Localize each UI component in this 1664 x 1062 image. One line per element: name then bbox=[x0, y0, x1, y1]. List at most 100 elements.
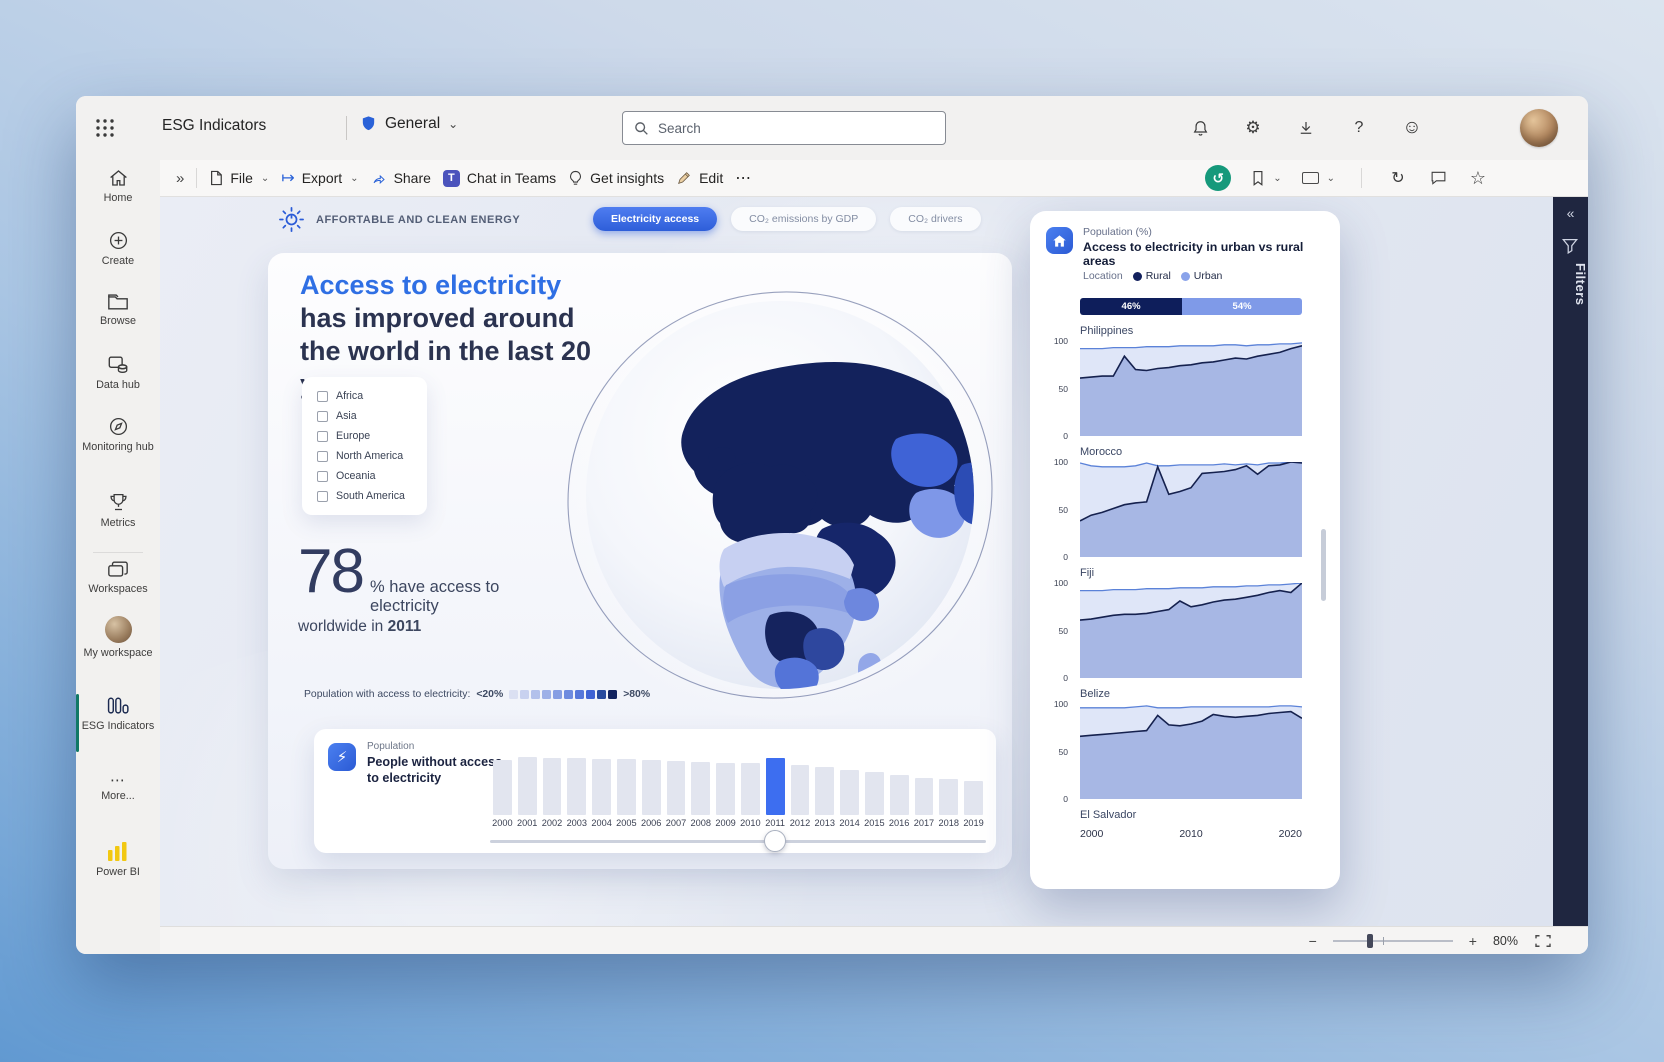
chat-in-teams-button[interactable]: T Chat in Teams bbox=[437, 160, 562, 196]
expand-filters-chevrons-icon[interactable]: « bbox=[1553, 205, 1588, 221]
sidebar-item-create[interactable]: Create bbox=[76, 230, 160, 268]
world-globe-map[interactable] bbox=[564, 279, 996, 711]
legend-urban[interactable]: Urban bbox=[1181, 270, 1223, 282]
timeline-bar-2000[interactable] bbox=[493, 760, 512, 815]
checkbox-icon bbox=[317, 471, 328, 482]
timeline-bar-2016[interactable] bbox=[890, 775, 909, 815]
search-input[interactable] bbox=[658, 121, 934, 136]
checkbox-icon bbox=[317, 491, 328, 502]
comments-icon[interactable] bbox=[1428, 168, 1448, 188]
continent-checkbox-north-america[interactable]: North America bbox=[317, 450, 427, 462]
continent-checkbox-africa[interactable]: Africa bbox=[317, 390, 427, 402]
export-menu[interactable]: ↦ Export ⌄ bbox=[275, 160, 364, 196]
timeline-bar-2014[interactable] bbox=[840, 770, 859, 816]
zoom-controls: − + 80% bbox=[1309, 927, 1552, 954]
timeline-bar-2017[interactable] bbox=[915, 778, 934, 815]
feedback-smiley-icon[interactable]: ☺ bbox=[1402, 118, 1422, 138]
country-name: Morocco bbox=[1080, 446, 1326, 462]
slider-track[interactable] bbox=[490, 840, 986, 843]
checkbox-icon bbox=[317, 391, 328, 402]
zoom-out-button[interactable]: − bbox=[1309, 934, 1317, 948]
download-icon[interactable] bbox=[1296, 118, 1316, 138]
timeline-bar-2010[interactable] bbox=[741, 763, 760, 815]
sidebar-item-browse[interactable]: Browse bbox=[76, 292, 160, 328]
continent-checkbox-asia[interactable]: Asia bbox=[317, 410, 427, 422]
file-menu[interactable]: File ⌄ bbox=[203, 160, 275, 196]
zoom-slider-handle[interactable] bbox=[1367, 934, 1373, 948]
timeline-bar-2006[interactable] bbox=[642, 760, 661, 815]
view-menu-button[interactable]: ⌄ bbox=[1302, 172, 1335, 184]
country-area-chart[interactable] bbox=[1080, 462, 1302, 557]
sidebar-item-my-workspace[interactable]: My workspace bbox=[76, 616, 160, 660]
timeline-bar-2005[interactable] bbox=[617, 759, 636, 815]
sidebar-item-data-hub[interactable]: Data hub bbox=[76, 354, 160, 392]
zoom-in-button[interactable]: + bbox=[1469, 934, 1477, 948]
timeline-bar-2009[interactable] bbox=[716, 763, 735, 816]
share-button[interactable]: Share bbox=[365, 160, 437, 196]
stat-suffix: % have access to electricity bbox=[370, 578, 558, 616]
search-box[interactable] bbox=[622, 111, 946, 145]
edit-button[interactable]: Edit bbox=[670, 160, 729, 196]
panel-scrollbar[interactable] bbox=[1321, 529, 1326, 601]
tab-co2-drivers[interactable]: CO₂ drivers bbox=[890, 207, 980, 231]
tab-co2-emissions-by-gdp[interactable]: CO₂ emissions by GDP bbox=[731, 207, 876, 231]
timeline-bar-2013[interactable] bbox=[815, 767, 834, 815]
sidebar-item-esg-indicators[interactable]: ESG Indicators bbox=[76, 696, 160, 733]
timeline-bar-2002[interactable] bbox=[543, 758, 562, 815]
timeline-bar-2007[interactable] bbox=[667, 761, 686, 815]
timeline-bars bbox=[490, 745, 986, 815]
country-name: Philippines bbox=[1080, 325, 1326, 341]
slider-handle[interactable] bbox=[764, 830, 786, 852]
country-area-chart[interactable] bbox=[1080, 583, 1302, 678]
panel-subtitle: Population (%) bbox=[1083, 226, 1152, 238]
toolbar-right-actions: ↺ ⌄ ⌄ ↻ ☆ bbox=[1205, 165, 1588, 191]
timeline-bar-2012[interactable] bbox=[791, 765, 810, 815]
sidebar-item-home[interactable]: Home bbox=[76, 168, 160, 205]
continent-checkbox-oceania[interactable]: Oceania bbox=[317, 470, 427, 482]
timeline-bar-2001[interactable] bbox=[518, 757, 537, 815]
timeline-bar-2003[interactable] bbox=[567, 758, 586, 815]
bookmarks-button[interactable]: ⌄ bbox=[1251, 170, 1281, 187]
expand-nav-chevrons[interactable]: » bbox=[170, 160, 190, 196]
timeline-bar-2011[interactable] bbox=[766, 758, 785, 815]
sidebar-item-metrics[interactable]: Metrics bbox=[76, 492, 160, 530]
legend-swatch bbox=[564, 690, 573, 699]
fit-to-page-icon[interactable] bbox=[1534, 934, 1552, 948]
user-avatar[interactable] bbox=[1520, 109, 1558, 147]
clean-energy-sun-icon bbox=[278, 206, 305, 233]
power-bi-logo[interactable]: Power BI bbox=[76, 842, 160, 879]
sidebar-item-more[interactable]: ⋯ More... bbox=[76, 776, 160, 803]
sidebar-item-monitoring-hub[interactable]: Monitoring hub bbox=[76, 416, 160, 454]
country-area-chart[interactable] bbox=[1080, 704, 1302, 799]
year-slider[interactable] bbox=[490, 829, 986, 853]
year-label: 2015 bbox=[862, 818, 887, 828]
chevron-down-icon: ⌄ bbox=[350, 173, 358, 184]
legend-rural[interactable]: Rural bbox=[1133, 270, 1171, 282]
zoom-percentage: 80% bbox=[1493, 934, 1518, 948]
refresh-icon[interactable]: ↻ bbox=[1388, 168, 1408, 188]
more-options-button[interactable]: ⋯ bbox=[729, 160, 758, 196]
reset-to-default-button[interactable]: ↺ bbox=[1205, 165, 1231, 191]
timeline-bar-2015[interactable] bbox=[865, 772, 884, 815]
timeline-bar-2018[interactable] bbox=[939, 779, 958, 815]
app-launcher-waffle-icon[interactable] bbox=[93, 116, 117, 140]
help-icon[interactable]: ? bbox=[1349, 118, 1369, 138]
tab-electricity-access[interactable]: Electricity access bbox=[593, 207, 717, 231]
workspace-selector[interactable]: General ⌄ bbox=[360, 114, 458, 133]
settings-gear-icon[interactable]: ⚙ bbox=[1243, 118, 1263, 138]
map-legend-label: Population with access to electricity: bbox=[304, 689, 470, 700]
year-label: 2016 bbox=[887, 818, 912, 828]
timeline-bar-2008[interactable] bbox=[691, 762, 710, 815]
timeline-bar-2019[interactable] bbox=[964, 781, 983, 815]
sidebar-item-workspaces[interactable]: Workspaces bbox=[76, 560, 160, 596]
continent-checkbox-europe[interactable]: Europe bbox=[317, 430, 427, 442]
zoom-slider-track[interactable] bbox=[1333, 940, 1453, 942]
favorite-star-icon[interactable]: ☆ bbox=[1468, 168, 1488, 188]
notifications-bell-icon[interactable] bbox=[1190, 118, 1210, 138]
get-insights-button[interactable]: Get insights bbox=[562, 160, 670, 196]
country-area-chart[interactable] bbox=[1080, 341, 1302, 436]
timeline-bar-2004[interactable] bbox=[592, 759, 611, 815]
rural-dot-icon bbox=[1133, 272, 1142, 281]
continent-checkbox-south-america[interactable]: South America bbox=[317, 490, 427, 502]
filters-pane-collapsed[interactable]: « Filters bbox=[1553, 197, 1588, 926]
